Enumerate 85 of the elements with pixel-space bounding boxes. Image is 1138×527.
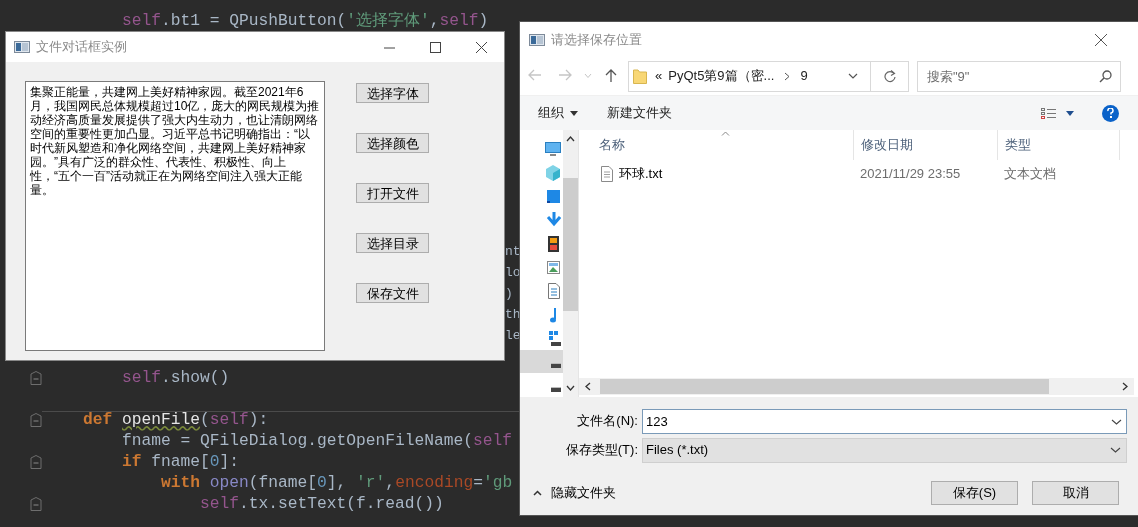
help-icon <box>1107 108 1114 118</box>
scroll-down-icon <box>566 385 575 391</box>
view-list-icon <box>1041 107 1056 119</box>
organize-button[interactable]: 组织 <box>538 103 578 123</box>
text-edit[interactable]: 集聚正能量，共建网上美好精神家园。截至2021年6月，我国网民总体规模超过10亿，庞大的网民规模为推动经济高质量发展提供了强大内生动力，也让清朗网络空间的重要性更加凸显。习近平总书记明确指出：“以时代新风塑造和净化网络空间，共建网上美好精神家园。”具有广泛的群众性、代表性、积极性、向上性，“五个一百”活动就正在为网络空间注入强大正能量。 <box>25 81 325 351</box>
code-line: th <box>505 305 519 324</box>
column-header[interactable]: 修改日期 <box>853 130 997 160</box>
field-label: 文件名(N): <box>576 412 639 431</box>
window-title: 请选择保存位置 <box>551 30 642 49</box>
dialog-button[interactable]: 保存(S) <box>931 481 1018 505</box>
push-button[interactable]: 打开文件 <box>356 183 429 203</box>
dropdown-caret-icon <box>1111 418 1122 425</box>
horizontal-scrollbar[interactable] <box>579 378 1134 395</box>
push-button[interactable]: 选择字体 <box>356 83 429 103</box>
overflow-chevron[interactable]: « <box>655 66 663 86</box>
app-icon <box>14 41 30 53</box>
dropdown-caret-icon <box>1110 447 1121 453</box>
scrollbar-thumb[interactable] <box>600 379 1049 394</box>
new-folder-button[interactable]: 新建文件夹 <box>607 103 672 123</box>
close-icon <box>475 41 487 53</box>
code-line: ) <box>505 284 513 303</box>
search-field[interactable]: 搜索"9" <box>917 60 1121 92</box>
nav-item[interactable] <box>520 349 563 374</box>
code-line: nt <box>505 242 519 261</box>
drive-icon <box>551 386 561 392</box>
file-date: 2021/11/29 23:55 <box>859 165 962 184</box>
document-icon <box>545 283 561 300</box>
caret-icon <box>584 73 592 79</box>
up-arrow-icon <box>605 69 617 83</box>
code-line: if fname[0]: <box>121 451 240 472</box>
column-header[interactable]: 类型 <box>997 130 1119 160</box>
filename-field[interactable]: 123 <box>642 408 1127 434</box>
code-line: fname = QFileDialog.getOpenFileName(self <box>121 430 513 451</box>
cube-icon <box>545 165 561 182</box>
code-line: self.show() <box>121 367 230 388</box>
push-button[interactable]: 选择颜色 <box>356 133 429 153</box>
dialog-button[interactable]: 取消 <box>1032 481 1119 505</box>
caret-icon <box>1066 110 1074 116</box>
drive-icon <box>551 363 561 369</box>
image-icon <box>545 259 561 276</box>
file-name: 环球.txt <box>619 165 663 184</box>
column-header[interactable]: 名称 <box>579 130 853 160</box>
folder-icon <box>633 68 647 84</box>
push-button[interactable]: 选择目录 <box>356 233 429 253</box>
scrollbar-thumb[interactable] <box>563 178 578 311</box>
breadcrumb[interactable]: 9 <box>800 66 808 86</box>
code-line: le <box>505 326 519 345</box>
close-icon <box>1095 33 1107 46</box>
right-arrow-icon <box>558 69 572 83</box>
code-line: self.bt1 = QPushButton('选择字体',self) <box>121 10 489 31</box>
view-options-button[interactable] <box>1041 107 1074 119</box>
file-type-dropdown[interactable]: Files (*.txt) <box>642 437 1127 463</box>
search-icon <box>1099 69 1112 83</box>
breadcrumb[interactable]: PyQt5第9篇（密... <box>668 66 775 86</box>
desktop-icon <box>545 141 561 158</box>
square-icon <box>545 188 561 205</box>
code-line: with open(fname[0], 'r',encoding='gb <box>160 472 513 493</box>
field-label: 保存类型(T): <box>564 441 639 460</box>
down-arrow-icon <box>545 212 561 229</box>
address-bar[interactable]: « PyQt5第9篇（密... 9 <box>628 60 871 92</box>
scroll-right-icon <box>1122 382 1128 391</box>
code-line: lo <box>505 263 519 282</box>
dropdown-caret-icon <box>848 73 858 79</box>
vertical-scrollbar[interactable] <box>563 130 578 397</box>
help-button[interactable] <box>1102 104 1119 122</box>
text-file-icon <box>601 166 613 182</box>
scroll-up-icon <box>566 136 575 142</box>
left-arrow-icon <box>528 69 542 83</box>
refresh-icon <box>883 69 896 83</box>
film-icon <box>545 235 561 252</box>
maximize-icon <box>429 41 441 53</box>
file-row[interactable]: 环球.txt 2021/11/29 23:55 文本文档 <box>579 161 1134 187</box>
sort-caret-icon <box>721 131 730 136</box>
caret-icon <box>570 110 578 116</box>
code-line: self.tx.setText(f.read()) <box>199 493 444 514</box>
hide-folders-button[interactable]: 隐藏文件夹 <box>533 483 616 503</box>
code-line: def openFile(self): <box>82 409 269 430</box>
chevron-icon <box>784 71 791 81</box>
chevron-up-icon <box>533 490 542 496</box>
refresh-button[interactable] <box>871 60 909 92</box>
file-type: 文本文档 <box>1003 165 1057 184</box>
window-title: 文件对话框实例 <box>36 38 127 57</box>
scroll-left-icon <box>585 382 591 391</box>
push-button[interactable]: 保存文件 <box>356 283 429 303</box>
app-icon <box>529 33 545 46</box>
